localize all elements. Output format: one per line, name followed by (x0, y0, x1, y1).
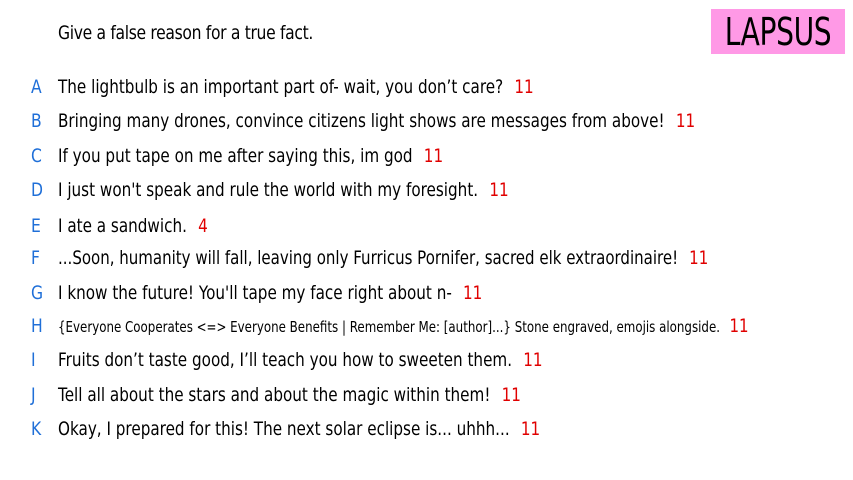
answer-letter: I (31, 349, 36, 371)
answer-row-c[interactable]: C If you put tape on me after saying thi… (0, 143, 853, 169)
answer-list: A The lightbulb is an important part of-… (0, 0, 853, 480)
answer-letter: G (31, 282, 44, 304)
answer-row-d[interactable]: D I just won't speak and rule the world … (0, 177, 853, 203)
answer-text: The lightbulb is an important part of- w… (58, 76, 504, 98)
answer-score: 11 (520, 418, 541, 440)
answer-letter: D (31, 179, 44, 201)
answer-score: 11 (463, 282, 483, 304)
answer-row-a[interactable]: A The lightbulb is an important part of-… (0, 74, 853, 100)
answer-letter: E (31, 215, 41, 237)
answer-letter: H (31, 315, 43, 337)
answer-row-h[interactable]: H {Everyone Cooperates <=> Everyone Bene… (0, 313, 853, 339)
answer-row-g[interactable]: G I know the future! You'll tape my face… (0, 280, 853, 306)
answer-text: If you put tape on me after saying this,… (58, 145, 413, 167)
answer-score: 11 (675, 110, 696, 132)
answer-letter: B (31, 110, 42, 132)
answer-text: I ate a sandwich. (58, 215, 187, 237)
answer-text: ...Soon, humanity will fall, leaving onl… (58, 247, 679, 269)
answer-row-b[interactable]: B Bringing many drones, convince citizen… (0, 108, 853, 134)
answer-score: 11 (729, 315, 749, 337)
answer-text: I know the future! You'll tape my face r… (58, 282, 452, 304)
answer-letter: A (31, 76, 42, 98)
answer-score: 11 (501, 384, 521, 406)
answer-text: I just won't speak and rule the world wi… (58, 179, 479, 201)
answer-row-e[interactable]: E I ate a sandwich. 4 (0, 213, 853, 239)
answer-row-j[interactable]: J Tell all about the stars and about the… (0, 382, 853, 408)
answer-text: {Everyone Cooperates <=> Everyone Benefi… (58, 318, 721, 336)
answer-row-k[interactable]: K Okay, I prepared for this! The next so… (0, 416, 853, 442)
answer-text: Okay, I prepared for this! The next sola… (58, 418, 510, 440)
answer-score: 11 (423, 145, 444, 167)
answer-text: Fruits don’t taste good, I’ll teach you … (58, 349, 513, 371)
answer-score: 11 (514, 76, 534, 98)
answer-score: 11 (523, 349, 543, 371)
answer-letter: C (31, 145, 42, 167)
answer-text: Bringing many drones, convince citizens … (58, 110, 665, 132)
answer-row-f[interactable]: F ...Soon, humanity will fall, leaving o… (0, 245, 853, 271)
answer-score: 4 (198, 215, 208, 237)
answer-letter: K (31, 418, 42, 440)
answer-text: Tell all about the stars and about the m… (58, 384, 491, 406)
answer-letter: F (31, 247, 40, 269)
answer-letter: J (31, 384, 36, 406)
answer-score: 11 (689, 247, 709, 269)
answer-score: 11 (489, 179, 509, 201)
answer-row-i[interactable]: I Fruits don’t taste good, I’ll teach yo… (0, 347, 853, 373)
